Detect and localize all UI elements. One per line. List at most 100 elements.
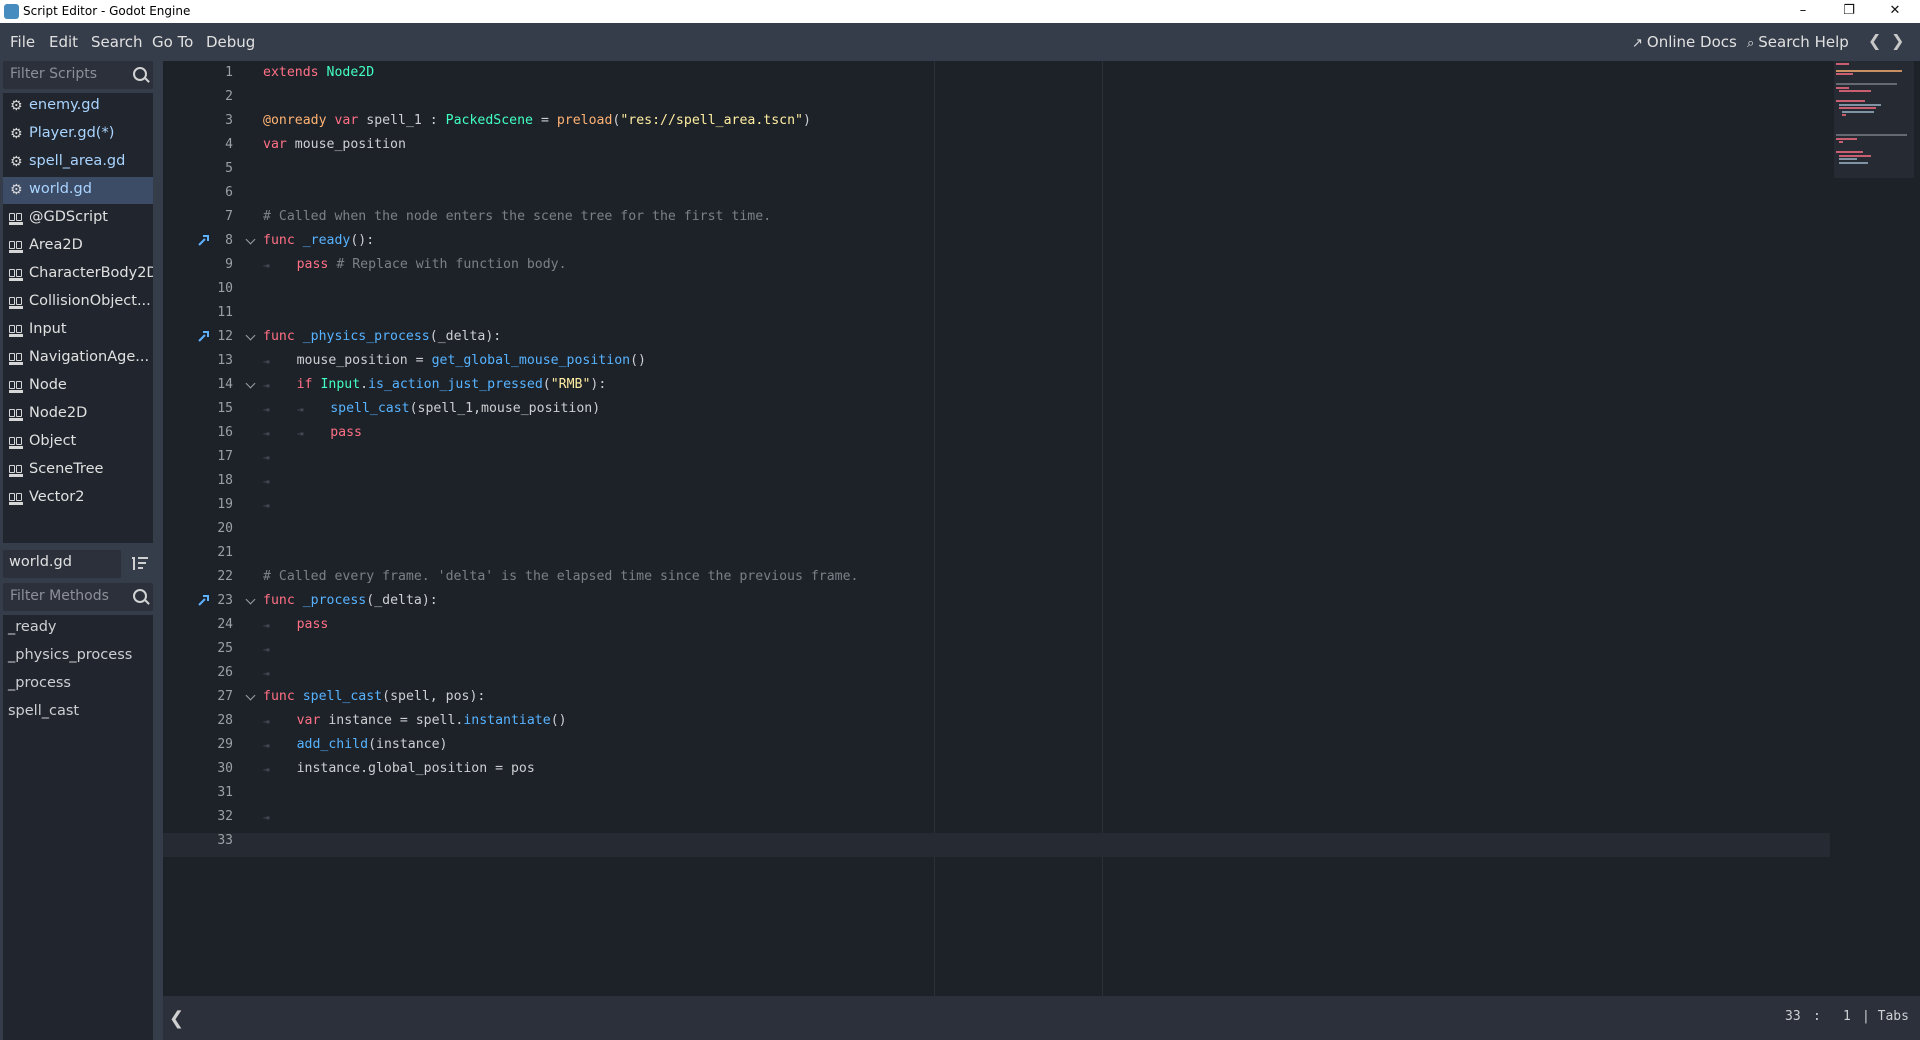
menu-debug[interactable]: Debug: [206, 33, 255, 51]
search-help-button[interactable]: ⌕ Search Help: [1747, 33, 1849, 51]
script-list-item[interactable]: CharacterBody2D: [3, 261, 153, 288]
code-line[interactable]: 32 ⇥: [163, 805, 1823, 829]
code-line[interactable]: 33: [163, 829, 1823, 853]
code-line[interactable]: 31: [163, 781, 1823, 805]
script-list-item[interactable]: Vector2: [3, 485, 153, 512]
code-line[interactable]: 1 extends Node2D: [163, 61, 1823, 85]
sort-methods-icon[interactable]: [132, 554, 148, 572]
minimap[interactable]: [1834, 61, 1914, 178]
code-line[interactable]: 14 ⇥ if Input.is_action_just_pressed("RMB"…: [163, 373, 1823, 397]
code-line[interactable]: 10: [163, 277, 1823, 301]
code-line[interactable]: 24 ⇥ pass: [163, 613, 1823, 637]
script-list-item[interactable]: Object: [3, 429, 153, 456]
script-list-item-label: SceneTree: [29, 461, 104, 477]
code-line[interactable]: 8 func _ready():: [163, 229, 1823, 253]
code-line[interactable]: 4 var mouse_position: [163, 133, 1823, 157]
code-line[interactable]: 12 func _physics_process(_delta):: [163, 325, 1823, 349]
code-line[interactable]: 26 ⇥: [163, 661, 1823, 685]
doc-icon: [9, 353, 23, 365]
script-list-item-label: Input: [29, 321, 67, 337]
code-line[interactable]: 27 func spell_cast(spell, pos):: [163, 685, 1823, 709]
minimize-button[interactable]: –: [1780, 0, 1826, 23]
line-number: 20: [217, 521, 233, 536]
toggle-scripts-panel-icon[interactable]: ❮: [169, 1008, 184, 1029]
line-number: 28: [217, 713, 233, 728]
code-line[interactable]: 2: [163, 85, 1823, 109]
script-list-item[interactable]: Input: [3, 317, 153, 344]
tab-indent-marker: ⇥: [297, 427, 304, 440]
code-line[interactable]: 11: [163, 301, 1823, 325]
line-number: 5: [225, 161, 233, 176]
line-number: 32: [217, 809, 233, 824]
line-number: 29: [217, 737, 233, 752]
menu-go-to[interactable]: Go To: [152, 33, 193, 51]
code-line[interactable]: 13 ⇥ mouse_position = get_global_mouse_pos…: [163, 349, 1823, 373]
tab-indent-marker: ⇥: [263, 715, 270, 728]
line-number: 27: [217, 689, 233, 704]
menu-file[interactable]: File: [10, 33, 35, 51]
code-editor[interactable]: 1 extends Node2D 2 3 @onready var spell_1 : …: [163, 61, 1920, 996]
script-list-item[interactable]: Area2D: [3, 233, 153, 260]
menu-edit[interactable]: Edit: [49, 33, 78, 51]
code-line[interactable]: 9 ⇥ pass # Replace with function body.: [163, 253, 1823, 277]
method-list-item[interactable]: spell_cast: [8, 703, 79, 719]
code-line[interactable]: 29 ⇥ add_child(instance): [163, 733, 1823, 757]
history-back-button[interactable]: ❮: [1868, 31, 1881, 50]
close-window-button[interactable]: ✕: [1872, 0, 1918, 23]
restore-button[interactable]: ❐: [1826, 0, 1872, 23]
line-number: 3: [225, 113, 233, 128]
filter-scripts-placeholder: Filter Scripts: [10, 66, 98, 82]
method-override-icon[interactable]: [198, 594, 210, 606]
code-line[interactable]: 17 ⇥: [163, 445, 1823, 469]
script-list-item-label: NavigationAge...: [29, 349, 150, 365]
code-line[interactable]: 7 # Called when the node enters the scene…: [163, 205, 1823, 229]
code-text: extends Node2D: [263, 65, 375, 80]
code-line[interactable]: 3 @onready var spell_1 : PackedScene = pr…: [163, 109, 1823, 133]
menu-search[interactable]: Search: [91, 33, 143, 51]
fold-arrow-icon[interactable]: [245, 690, 256, 701]
fold-arrow-icon[interactable]: [245, 378, 256, 389]
code-line[interactable]: 6: [163, 181, 1823, 205]
script-list-item[interactable]: CollisionObject...: [3, 289, 153, 316]
method-override-icon[interactable]: [198, 234, 210, 246]
menu-bar: File Edit Search Go To Debug ↗ Online Doc…: [0, 23, 1920, 61]
script-list-item-label: Node: [29, 377, 67, 393]
script-list-item[interactable]: ⚙ world.gd: [3, 177, 153, 204]
fold-arrow-icon[interactable]: [245, 234, 256, 245]
script-list-item-label: spell_area.gd: [29, 153, 126, 169]
online-docs-button[interactable]: ↗ Online Docs: [1632, 33, 1737, 51]
fold-arrow-icon[interactable]: [245, 594, 256, 605]
script-list-item[interactable]: ⚙ enemy.gd: [3, 93, 153, 120]
code-line[interactable]: 30 ⇥ instance.global_position = pos: [163, 757, 1823, 781]
script-list-item[interactable]: NavigationAge...: [3, 345, 153, 372]
script-list-item[interactable]: ⚙ spell_area.gd: [3, 149, 153, 176]
method-override-icon[interactable]: [198, 330, 210, 342]
filter-scripts-input[interactable]: Filter Scripts: [3, 61, 153, 89]
filter-methods-input[interactable]: Filter Methods: [3, 583, 153, 611]
line-number: 24: [217, 617, 233, 632]
script-list-item[interactable]: Node: [3, 373, 153, 400]
script-list-item[interactable]: SceneTree: [3, 457, 153, 484]
code-line[interactable]: 25 ⇥: [163, 637, 1823, 661]
fold-arrow-icon[interactable]: [245, 330, 256, 341]
method-list-item[interactable]: _process: [8, 675, 71, 691]
code-line[interactable]: 22 # Called every frame. 'delta' is the e…: [163, 565, 1823, 589]
script-list-item[interactable]: Node2D: [3, 401, 153, 428]
script-list-item[interactable]: ⚙ Player.gd(*): [3, 121, 153, 148]
code-line[interactable]: 23 func _process(_delta):: [163, 589, 1823, 613]
history-forward-button[interactable]: ❯: [1891, 31, 1904, 50]
code-line[interactable]: 5: [163, 157, 1823, 181]
code-line[interactable]: 18 ⇥: [163, 469, 1823, 493]
minimap-line: [1836, 83, 1897, 86]
method-list-item[interactable]: _ready: [8, 619, 56, 635]
code-line[interactable]: 20: [163, 517, 1823, 541]
indent-mode[interactable]: | Tabs: [1862, 1009, 1909, 1024]
code-text: instance.global_position = pos: [296, 761, 535, 776]
method-list-item[interactable]: _physics_process: [8, 647, 132, 663]
script-list-item[interactable]: @GDScript: [3, 205, 153, 232]
code-line[interactable]: 16 ⇥ ⇥ pass: [163, 421, 1823, 445]
code-line[interactable]: 28 ⇥ var instance = spell.instantiate(): [163, 709, 1823, 733]
code-line[interactable]: 21: [163, 541, 1823, 565]
code-line[interactable]: 15 ⇥ ⇥ spell_cast(spell_1,mouse_position): [163, 397, 1823, 421]
code-line[interactable]: 19 ⇥: [163, 493, 1823, 517]
